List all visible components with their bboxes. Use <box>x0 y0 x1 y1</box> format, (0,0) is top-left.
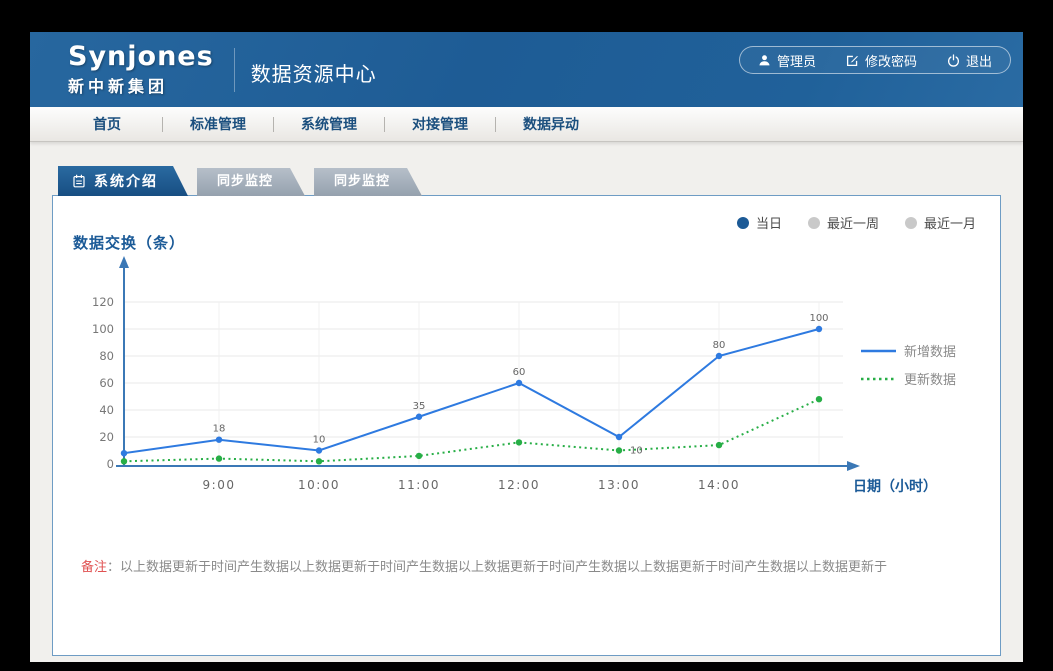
data-point <box>515 439 523 446</box>
data-point <box>215 455 223 462</box>
x-axis-arrow <box>847 461 860 471</box>
radio-dot <box>807 216 820 229</box>
user-menu-item-0[interactable]: 管理员 <box>758 51 816 70</box>
edit-icon <box>846 54 859 67</box>
y-axis-arrow <box>119 256 129 268</box>
data-point <box>615 433 623 441</box>
x-tick-label: 9:00 <box>203 478 236 492</box>
user-menu-label: 退出 <box>965 54 992 70</box>
nav-item-4[interactable]: 数据异动 <box>496 114 606 134</box>
user-menu-label: 修改密码 <box>864 54 917 70</box>
logo-text-en: Synjones <box>68 40 214 72</box>
nav-item-2[interactable]: 系统管理 <box>274 114 384 134</box>
data-point <box>315 447 323 454</box>
data-point <box>715 441 723 449</box>
chart-title: 数据交换（条） <box>73 234 186 252</box>
footnote: 备注：以上数据更新于时间产生数据以上数据更新于时间产生数据以上数据更新于时间产生… <box>81 556 887 575</box>
radio-label: 最近一月 <box>923 217 976 232</box>
point-label: 10 <box>313 435 326 446</box>
point-label: 60 <box>513 367 526 378</box>
radio-label: 当日 <box>755 217 782 232</box>
footnote-text: ：以上数据更新于时间产生数据以上数据更新于时间产生数据以上数据更新于时间产生数据… <box>107 560 888 575</box>
series-line-1 <box>123 398 820 463</box>
x-axis-title: 日期（小时） <box>853 478 937 495</box>
nav-item-1[interactable]: 标准管理 <box>163 114 273 134</box>
logo: Synjones 新中新集团 <box>68 43 214 97</box>
tab-label: 系统介绍 <box>94 174 158 190</box>
logo-text-cn: 新中新集团 <box>68 76 169 96</box>
point-label: 80 <box>713 340 726 351</box>
app-header: Synjones 新中新集团 数据资源中心 管理员 修改密码 退出 <box>30 32 1023 107</box>
data-point <box>215 436 223 443</box>
point-label: 100 <box>809 313 828 324</box>
data-point <box>615 447 623 454</box>
point-label: 35 <box>413 401 426 412</box>
user-icon <box>758 54 771 67</box>
user-menu: 管理员 修改密码 退出 <box>738 46 1011 74</box>
radio-dot <box>736 216 749 229</box>
tab-0[interactable]: 系统介绍 <box>58 166 188 196</box>
user-menu-label: 管理员 <box>776 54 816 70</box>
x-tick-label: 14:00 <box>698 478 740 492</box>
point-label: 10 <box>630 446 643 457</box>
y-tick-label: 80 <box>99 349 114 363</box>
y-tick-label: 0 <box>107 457 114 471</box>
x-tick-label: 11:00 <box>398 478 440 492</box>
tab-1[interactable]: 同步监控 <box>197 168 305 196</box>
data-point <box>120 450 128 457</box>
header-divider <box>233 47 235 92</box>
radio-label: 最近一周 <box>826 217 879 232</box>
power-icon <box>947 53 960 67</box>
footnote-label: 备注 <box>81 560 108 575</box>
time-filter-option-1[interactable]: 最近一周 <box>807 213 879 232</box>
page: Synjones 新中新集团 数据资源中心 管理员 修改密码 退出 首页 标准管理 系统… <box>30 32 1023 662</box>
time-filter-option-0[interactable]: 当日 <box>736 213 782 232</box>
line-chart: 0 20 40 60 80 100 120 9:00 10:00 11:00 12:00 13:00 1… <box>92 256 956 495</box>
user-menu-item-2[interactable]: 退出 <box>947 51 992 70</box>
data-point <box>415 413 423 420</box>
tab-label: 同步监控 <box>334 174 391 189</box>
y-tick-label: 120 <box>92 295 114 309</box>
data-point <box>120 458 128 465</box>
y-tick-label: 40 <box>99 403 114 417</box>
legend-label-1: 更新数据 <box>904 372 956 388</box>
data-point <box>415 452 423 460</box>
tab-label: 同步监控 <box>217 174 274 189</box>
data-point <box>815 325 823 333</box>
legend-label-0: 新增数据 <box>904 344 956 360</box>
nav-item-3[interactable]: 对接管理 <box>385 114 495 134</box>
x-tick-label: 13:00 <box>598 478 640 492</box>
data-point <box>515 379 523 387</box>
y-tick-label: 100 <box>92 322 114 336</box>
data-point <box>315 458 323 465</box>
data-point <box>715 352 723 360</box>
y-tick-label: 20 <box>99 430 114 444</box>
point-label: 18 <box>213 424 226 435</box>
page-title: 数据资源中心 <box>250 62 377 86</box>
data-point <box>815 396 823 403</box>
user-menu-item-1[interactable]: 修改密码 <box>846 51 917 70</box>
radio-dot <box>904 216 917 229</box>
main-nav: 首页 标准管理 系统管理 对接管理 数据异动 <box>30 107 1023 142</box>
content-panel: 当日 最近一周 最近一月 数据交换（条） 0 20 40 60 80 100 120 9:00 10… <box>52 195 1001 656</box>
time-filter-group: 当日 最近一周 最近一月 <box>736 213 976 232</box>
clipboard-icon <box>72 174 86 188</box>
nav-item-0[interactable]: 首页 <box>52 114 162 134</box>
tab-2[interactable]: 同步监控 <box>314 168 422 196</box>
time-filter-option-2[interactable]: 最近一月 <box>904 213 976 232</box>
y-tick-label: 60 <box>99 376 114 390</box>
tab-bar: 系统介绍 同步监控 同步监控 <box>58 166 1023 196</box>
screenshot-frame: Synjones 新中新集团 数据资源中心 管理员 修改密码 退出 首页 标准管理 系统… <box>0 0 1053 671</box>
x-tick-label: 10:00 <box>298 478 340 492</box>
x-tick-label: 12:00 <box>498 478 540 492</box>
